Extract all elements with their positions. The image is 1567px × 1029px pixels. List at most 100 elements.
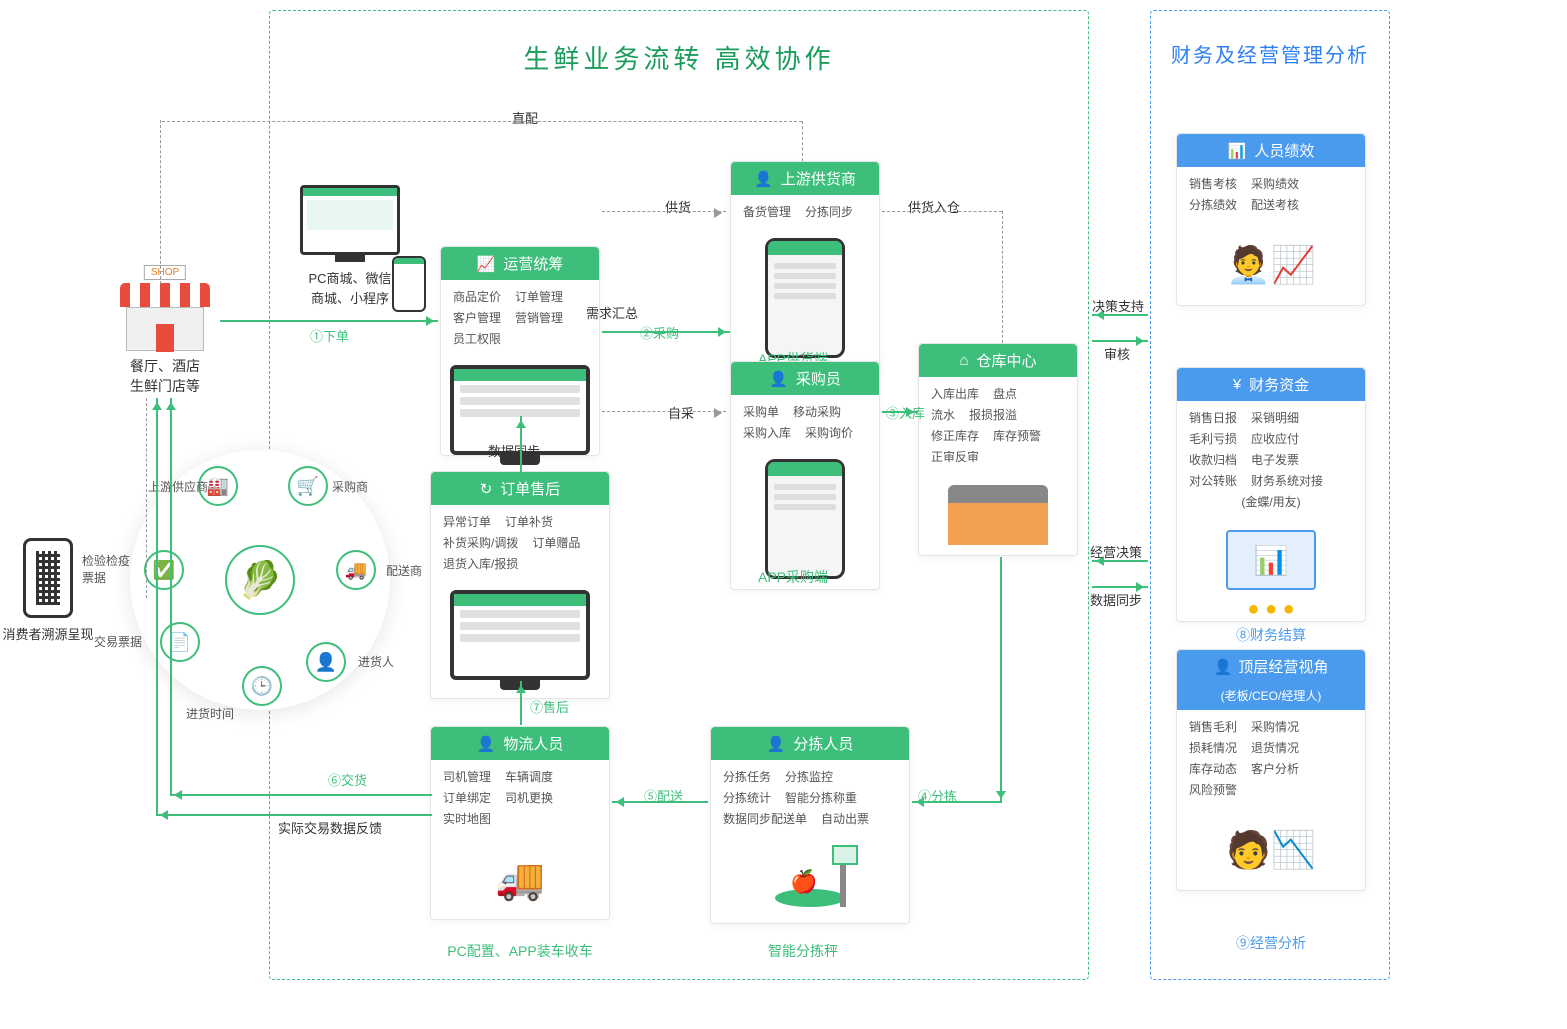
caption-analysis: ⑨经营分析: [1236, 933, 1306, 953]
pc-mock-icon: [450, 590, 590, 680]
card-body: 销售考核采购绩效 分拣绩效配送考核: [1177, 167, 1365, 225]
circle-label: 交易票据: [94, 633, 142, 650]
card-body: 分拣任务分拣监控 分拣统计智能分拣称重 数据同步配送单自动出票: [711, 760, 909, 839]
arrow-handover-h: [170, 794, 432, 796]
main-flow-panel: 生鲜业务流转 高效协作 直配 📈运营统筹 商品定价订单管理 客户管理营销管理 员…: [269, 10, 1089, 980]
dash-self: [602, 411, 726, 412]
scale-icon: 🍎: [770, 845, 850, 915]
arrow-deliver: [612, 801, 708, 803]
circle-node-icon: 👤: [306, 642, 346, 682]
shop-roof-icon: [120, 283, 210, 307]
arrow-sort: [912, 801, 1002, 803]
card-topview: 👤顶层经营视角 (老板/CEO/经理人) 销售毛利采购情况 损耗情况退货情况 库…: [1176, 649, 1366, 891]
card-head: ¥财务资金: [1177, 368, 1365, 401]
label-sync2: 数据同步: [1090, 590, 1142, 609]
label-decision: 决策支持: [1092, 296, 1144, 315]
arrow-order: [220, 320, 438, 322]
card-head: 👤上游供货商: [731, 162, 879, 195]
card-title: 仓库中心: [977, 350, 1037, 371]
label-direct: 直配: [512, 108, 538, 127]
analysis-icon: 🧑📉: [1177, 810, 1365, 890]
circle-node-icon: ✅: [144, 550, 184, 590]
warehouse-icon: [948, 485, 1048, 545]
card-title: 财务资金: [1249, 374, 1309, 395]
circle-label: 检验检疫 票据: [82, 552, 130, 586]
arrow-after: [520, 681, 522, 725]
circle-node-icon: 🛒: [288, 466, 328, 506]
label-audit: 审核: [1104, 344, 1130, 363]
arrow-feedback-v: [156, 398, 158, 814]
card-body: 异常订单订单补货 补货采购/调拨订单赠品 退货入库/报损: [431, 505, 609, 584]
card-finance: ¥财务资金 销售日报采销明细 毛利亏损应收应付 收款归档电子发票 对公转账财务系…: [1176, 367, 1366, 622]
qr-phone-icon: [23, 538, 73, 618]
shop-label: 餐厅、酒店 生鲜门店等: [110, 357, 220, 396]
arrow-sync: [520, 416, 522, 472]
arrow-feedback-h: [156, 814, 432, 816]
card-title: 上游供货商: [781, 168, 856, 189]
card-title: 物流人员: [503, 733, 563, 754]
caption-fin: ⑧财务结算: [1236, 625, 1306, 645]
minipc-icon: [300, 185, 400, 255]
card-title: 人员绩效: [1254, 140, 1314, 161]
qr-label: 消费者溯源呈现: [0, 624, 96, 643]
miniphone-icon: [392, 256, 426, 312]
shop-body-icon: [126, 307, 204, 351]
arrow-handover-v: [170, 398, 172, 794]
card-body: 备货管理分拣同步: [731, 195, 879, 232]
card-performance: 📊人员绩效 销售考核采购绩效 分拣绩效配送考核 🧑‍💼📈: [1176, 133, 1366, 306]
card-head: 👤顶层经营视角 (老板/CEO/经理人): [1177, 650, 1365, 710]
person-chart-icon: 🧑‍💼📈: [1177, 225, 1365, 305]
circle-label: 进货时间: [186, 705, 234, 722]
card-head: 📊人员绩效: [1177, 134, 1365, 167]
card-warehouse: ⌂仓库中心 入库出库盘点 流水报损报溢 修正库存库存预警 正审反审: [918, 343, 1078, 556]
card-title: 顶层经营视角: [1238, 656, 1328, 677]
phone-mock-icon: [765, 238, 845, 358]
coins-icon: ● ● ●: [1177, 598, 1365, 621]
card-title: 订单售后: [500, 478, 560, 499]
card-body: 入库出库盘点 流水报损报溢 修正库存库存预警 正审反审: [919, 377, 1077, 477]
arrow-sync2: [1092, 586, 1148, 588]
circle-node-icon: 🕒: [242, 666, 282, 706]
truck-icon: 🚚: [431, 839, 609, 919]
card-head: ↻订单售后: [431, 472, 609, 505]
dash-qr-line: [146, 398, 147, 598]
pc-mall-illustration: PC商城、微信 商城、小程序: [280, 185, 420, 308]
arrow-instore: [882, 411, 918, 413]
circle-label: 采购商: [332, 478, 368, 495]
dash-supply: [602, 211, 726, 212]
dash-direct-h: [162, 121, 802, 122]
circle-label: 配送商: [386, 562, 422, 579]
dash-direct-v: [802, 121, 803, 161]
label-feedback: 实际交易数据反馈: [278, 818, 382, 837]
circle-node-icon: 🚚: [336, 550, 376, 590]
card-body: 销售日报采销明细 毛利亏损应收应付 收款归档电子发票 对公转账财务系统对接 (金…: [1177, 401, 1365, 522]
circle-label: 进货人: [358, 653, 394, 670]
card-title: 运营统筹: [503, 253, 563, 274]
label-demand: 需求汇总: [586, 303, 638, 322]
trace-circle: 🏭 上游供应商 🛒 采购商 🚚 配送商 👤 进货人 🕒 进货时间 📄 交易票据 …: [130, 450, 390, 710]
label-supply: 供货: [665, 197, 691, 216]
label-bizdec: 经营决策: [1090, 542, 1142, 561]
label-handover: ⑥交货: [328, 770, 367, 789]
dash-supplyin: [882, 211, 1002, 212]
label-order: ①下单: [310, 326, 349, 345]
card-title: 采购员: [796, 368, 841, 389]
card-operations-head: 📈运营统筹: [441, 247, 599, 280]
dash-direct-left: [160, 120, 161, 284]
label-after: ⑦售后: [530, 697, 569, 716]
caption-sorter: 智能分拣秤: [768, 941, 838, 961]
laptop-icon: [1226, 530, 1316, 590]
card-head: ⌂仓库中心: [919, 344, 1077, 377]
card-logistics: 👤物流人员 司机管理车辆调度 订单绑定司机更换 实时地图 🚚: [430, 726, 610, 920]
card-head: 👤分拣人员: [711, 727, 909, 760]
caption-logistics: PC配置、APP装车收车: [425, 941, 615, 961]
label-supplyin: 供货入仓: [908, 197, 960, 216]
arrow-sort-v: [1000, 557, 1002, 803]
card-aftersale: ↻订单售后 异常订单订单补货 补货采购/调拨订单赠品 退货入库/报损: [430, 471, 610, 699]
card-head: 👤采购员: [731, 362, 879, 395]
phone-mock-icon: [765, 459, 845, 579]
card-title: 分拣人员: [793, 733, 853, 754]
circle-center-icon: [225, 545, 295, 615]
right-panel: 财务及经营管理分析 📊人员绩效 销售考核采购绩效 分拣绩效配送考核 🧑‍💼📈 ¥…: [1150, 10, 1390, 980]
label-sync: 数据同步: [488, 441, 540, 460]
